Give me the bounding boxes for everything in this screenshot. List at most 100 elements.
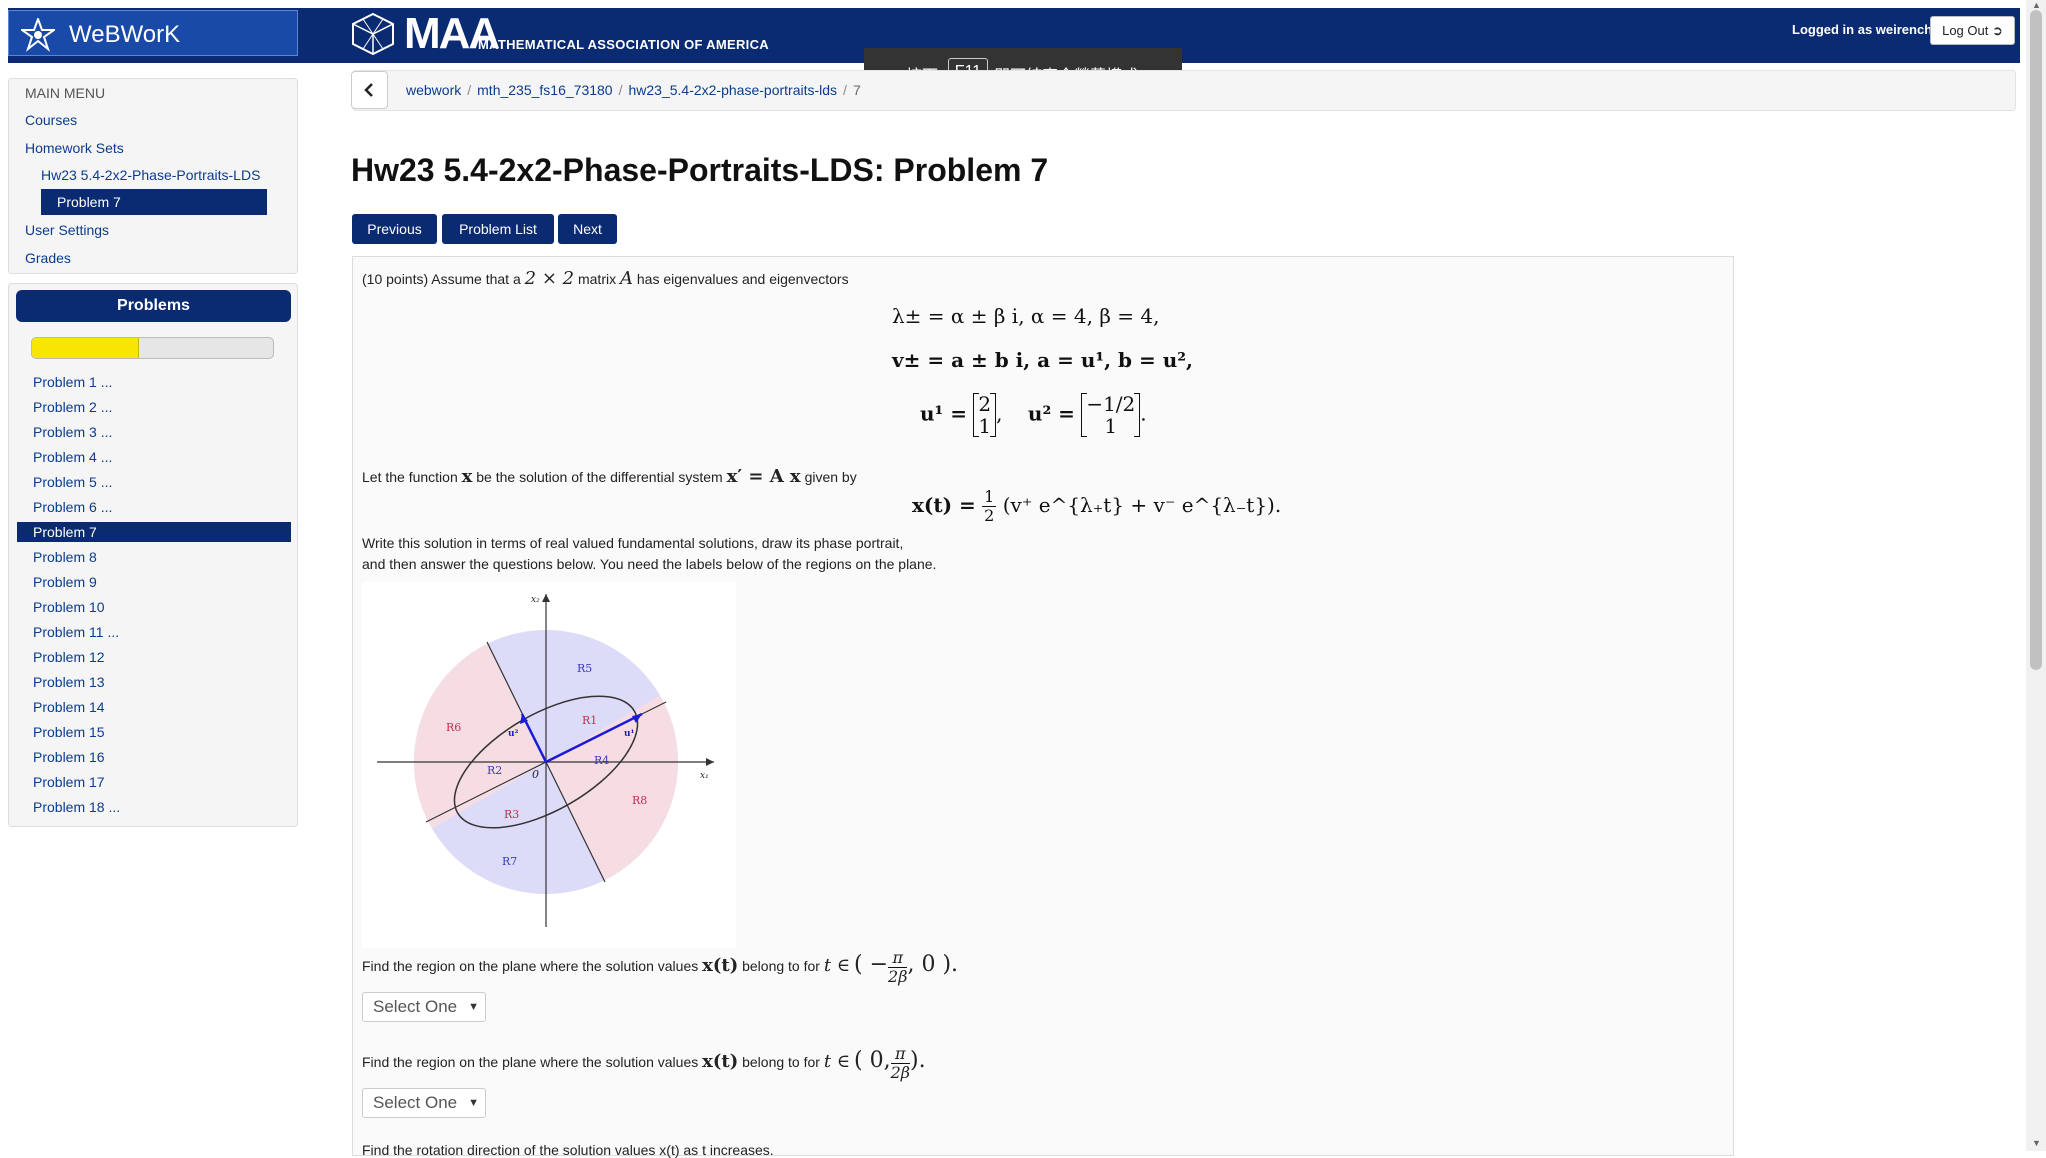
q2-interval-left: ( 0, bbox=[854, 1048, 891, 1074]
u2-bot: 1 bbox=[1104, 414, 1118, 438]
menu-grades[interactable]: Grades bbox=[25, 250, 71, 266]
problems-panel: Problems Problem 1 ... Problem 2 ... Probl… bbox=[8, 283, 298, 827]
problem-list-item[interactable]: Problem 12 bbox=[17, 645, 291, 670]
q2-frac: π 2β bbox=[890, 1045, 911, 1082]
maa-subtitle: MATHEMATICAL ASSOCIATION OF AMERICA bbox=[478, 37, 769, 52]
scrollbar-thumb[interactable] bbox=[2030, 10, 2042, 670]
problem-list-item[interactable]: Problem 16 bbox=[17, 745, 291, 770]
intro-dim: 2 × 2 bbox=[524, 268, 575, 289]
back-button[interactable] bbox=[351, 71, 388, 109]
q1-pi: π bbox=[888, 949, 908, 968]
chevron-left-icon bbox=[364, 83, 373, 97]
scroll-down-icon[interactable]: ▼ bbox=[2032, 1138, 2041, 1148]
problem-let: Let the function x be the solution of th… bbox=[362, 466, 857, 487]
problem-list-item[interactable]: Problem 7 bbox=[17, 522, 291, 542]
menu-user-settings[interactable]: User Settings bbox=[25, 222, 109, 238]
progress-bar bbox=[31, 337, 274, 359]
let-x: x bbox=[461, 466, 473, 487]
q1-t: t ∈ bbox=[823, 955, 851, 977]
label-x2: x₂ bbox=[531, 595, 540, 605]
logout-label: Log Out bbox=[1942, 23, 1989, 38]
previous-button[interactable]: Previous bbox=[352, 214, 437, 244]
q2-b: belong to for bbox=[742, 1054, 820, 1071]
question-3-partial: Find the rotation direction of the solut… bbox=[362, 1142, 774, 1158]
logout-button[interactable]: Log Out ➲ bbox=[1930, 16, 2015, 45]
intro-c: has eigenvalues and eigenvectors bbox=[636, 271, 849, 287]
label-origin: 0 bbox=[532, 768, 539, 781]
q2-select-value: Select One bbox=[373, 1093, 458, 1112]
write-line-2: and then answer the questions below. You… bbox=[362, 556, 937, 572]
problem-list-item[interactable]: Problem 8 bbox=[17, 545, 291, 570]
let-b: be the solution of the differential syst… bbox=[476, 469, 723, 485]
intro-b: matrix bbox=[577, 271, 617, 287]
q2-a: Find the region on the plane where the s… bbox=[362, 1054, 699, 1071]
problems-heading: Problems bbox=[16, 290, 291, 322]
question-2: Find the region on the plane where the s… bbox=[362, 1045, 926, 1082]
page-scrollbar[interactable]: ▲ ▼ bbox=[2026, 0, 2046, 1151]
q1-two-beta: 2β bbox=[888, 967, 908, 986]
phase-portrait-figure: R1 R2 R3 R4 R5 R6 R7 R8 0 x₁ x₂ u¹ u² bbox=[362, 582, 736, 948]
chevron-down-icon: ▼ bbox=[468, 1001, 479, 1013]
label-r5: R5 bbox=[577, 662, 592, 675]
sol-num: 1 bbox=[982, 487, 997, 507]
label-r7: R7 bbox=[502, 855, 517, 868]
question-1: Find the region on the plane where the s… bbox=[362, 949, 958, 986]
chevron-down-icon: ▼ bbox=[468, 1097, 479, 1109]
scroll-up-icon[interactable]: ▲ bbox=[2032, 0, 2041, 10]
q1-select-value: Select One bbox=[373, 997, 458, 1016]
main-menu-heading: MAIN MENU bbox=[25, 85, 106, 101]
label-r6: R6 bbox=[446, 721, 461, 734]
problem-intro: (10 points) Assume that a 2 × 2 matrix A… bbox=[362, 268, 849, 289]
q1-x: x(t) bbox=[702, 955, 739, 977]
label-r3: R3 bbox=[504, 808, 519, 821]
equation-eigenvectors: v± = a ± b i, a = u¹, b = u², bbox=[892, 348, 1193, 372]
u1-matrix: 21 bbox=[973, 393, 997, 437]
menu-courses[interactable]: Courses bbox=[25, 112, 77, 128]
x1-arrow-icon bbox=[706, 758, 714, 766]
phase-portrait-svg: R1 R2 R3 R4 R5 R6 R7 R8 0 x₁ x₂ u¹ u² bbox=[377, 594, 714, 927]
problem-list-item[interactable]: Problem 11 ... bbox=[17, 620, 291, 645]
equation-u-vectors: u¹ = 2 1, u² = −1/2 1. bbox=[920, 392, 1147, 438]
logout-icon: ➲ bbox=[1991, 23, 2003, 38]
let-a: Let the function bbox=[362, 469, 458, 485]
label-x1: x₁ bbox=[700, 771, 709, 781]
q1-interval-left: ( − bbox=[854, 952, 889, 978]
u2-matrix: −1/2 1 bbox=[1081, 392, 1141, 438]
problem-list-item[interactable]: Problem 6 ... bbox=[17, 495, 291, 520]
problem-list-item[interactable]: Problem 15 bbox=[17, 720, 291, 745]
let-c: given by bbox=[804, 469, 857, 485]
q2-two-beta: 2β bbox=[890, 1063, 911, 1082]
u2-top: −1/2 bbox=[1086, 392, 1136, 416]
problem-list-item[interactable]: Problem 3 ... bbox=[17, 420, 291, 445]
breadcrumb-course[interactable]: mth_235_fs16_73180 bbox=[477, 82, 612, 98]
problem-list-item[interactable]: Problem 14 bbox=[17, 695, 291, 720]
label-r4: R4 bbox=[594, 754, 609, 767]
main-menu: MAIN MENU Courses Homework Sets Hw23 5.4… bbox=[8, 78, 298, 274]
problem-list-item[interactable]: Problem 4 ... bbox=[17, 445, 291, 470]
problem-list-item[interactable]: Problem 9 bbox=[17, 570, 291, 595]
progress-fill bbox=[32, 338, 140, 358]
problem-list-item[interactable]: Problem 1 ... bbox=[17, 370, 291, 395]
next-button[interactable]: Next bbox=[558, 214, 617, 244]
menu-homework-sets[interactable]: Homework Sets bbox=[25, 140, 124, 156]
q1-interval-right: , 0 ). bbox=[907, 952, 959, 978]
problem-list-item[interactable]: Problem 17 bbox=[17, 770, 291, 795]
menu-current-set[interactable]: Hw23 5.4-2x2-Phase-Portraits-LDS bbox=[41, 167, 260, 183]
problem-list-item[interactable]: Problem 13 bbox=[17, 670, 291, 695]
q1-select[interactable]: Select One ▼ bbox=[362, 992, 486, 1022]
q2-t: t ∈ bbox=[823, 1051, 851, 1073]
problem-list-item[interactable]: Problem 18 ... bbox=[17, 795, 291, 820]
label-u1: u¹ bbox=[624, 729, 635, 739]
label-r1: R1 bbox=[582, 714, 597, 727]
problem-list-item[interactable]: Problem 10 bbox=[17, 595, 291, 620]
problem-list-button[interactable]: Problem List bbox=[442, 214, 554, 244]
breadcrumb-set[interactable]: hw23_5.4-2x2-phase-portraits-lds bbox=[628, 82, 837, 98]
webwork-brand[interactable]: WeBWorK bbox=[8, 10, 298, 56]
q2-select[interactable]: Select One ▼ bbox=[362, 1088, 486, 1118]
problem-list-item[interactable]: Problem 5 ... bbox=[17, 470, 291, 495]
webwork-logo-icon bbox=[21, 18, 55, 52]
breadcrumb-webwork[interactable]: webwork bbox=[406, 82, 461, 98]
menu-current-problem[interactable]: Problem 7 bbox=[41, 189, 267, 215]
problem-list-item[interactable]: Problem 2 ... bbox=[17, 395, 291, 420]
logged-in-text: Logged in as weirench. bbox=[1792, 22, 1936, 37]
